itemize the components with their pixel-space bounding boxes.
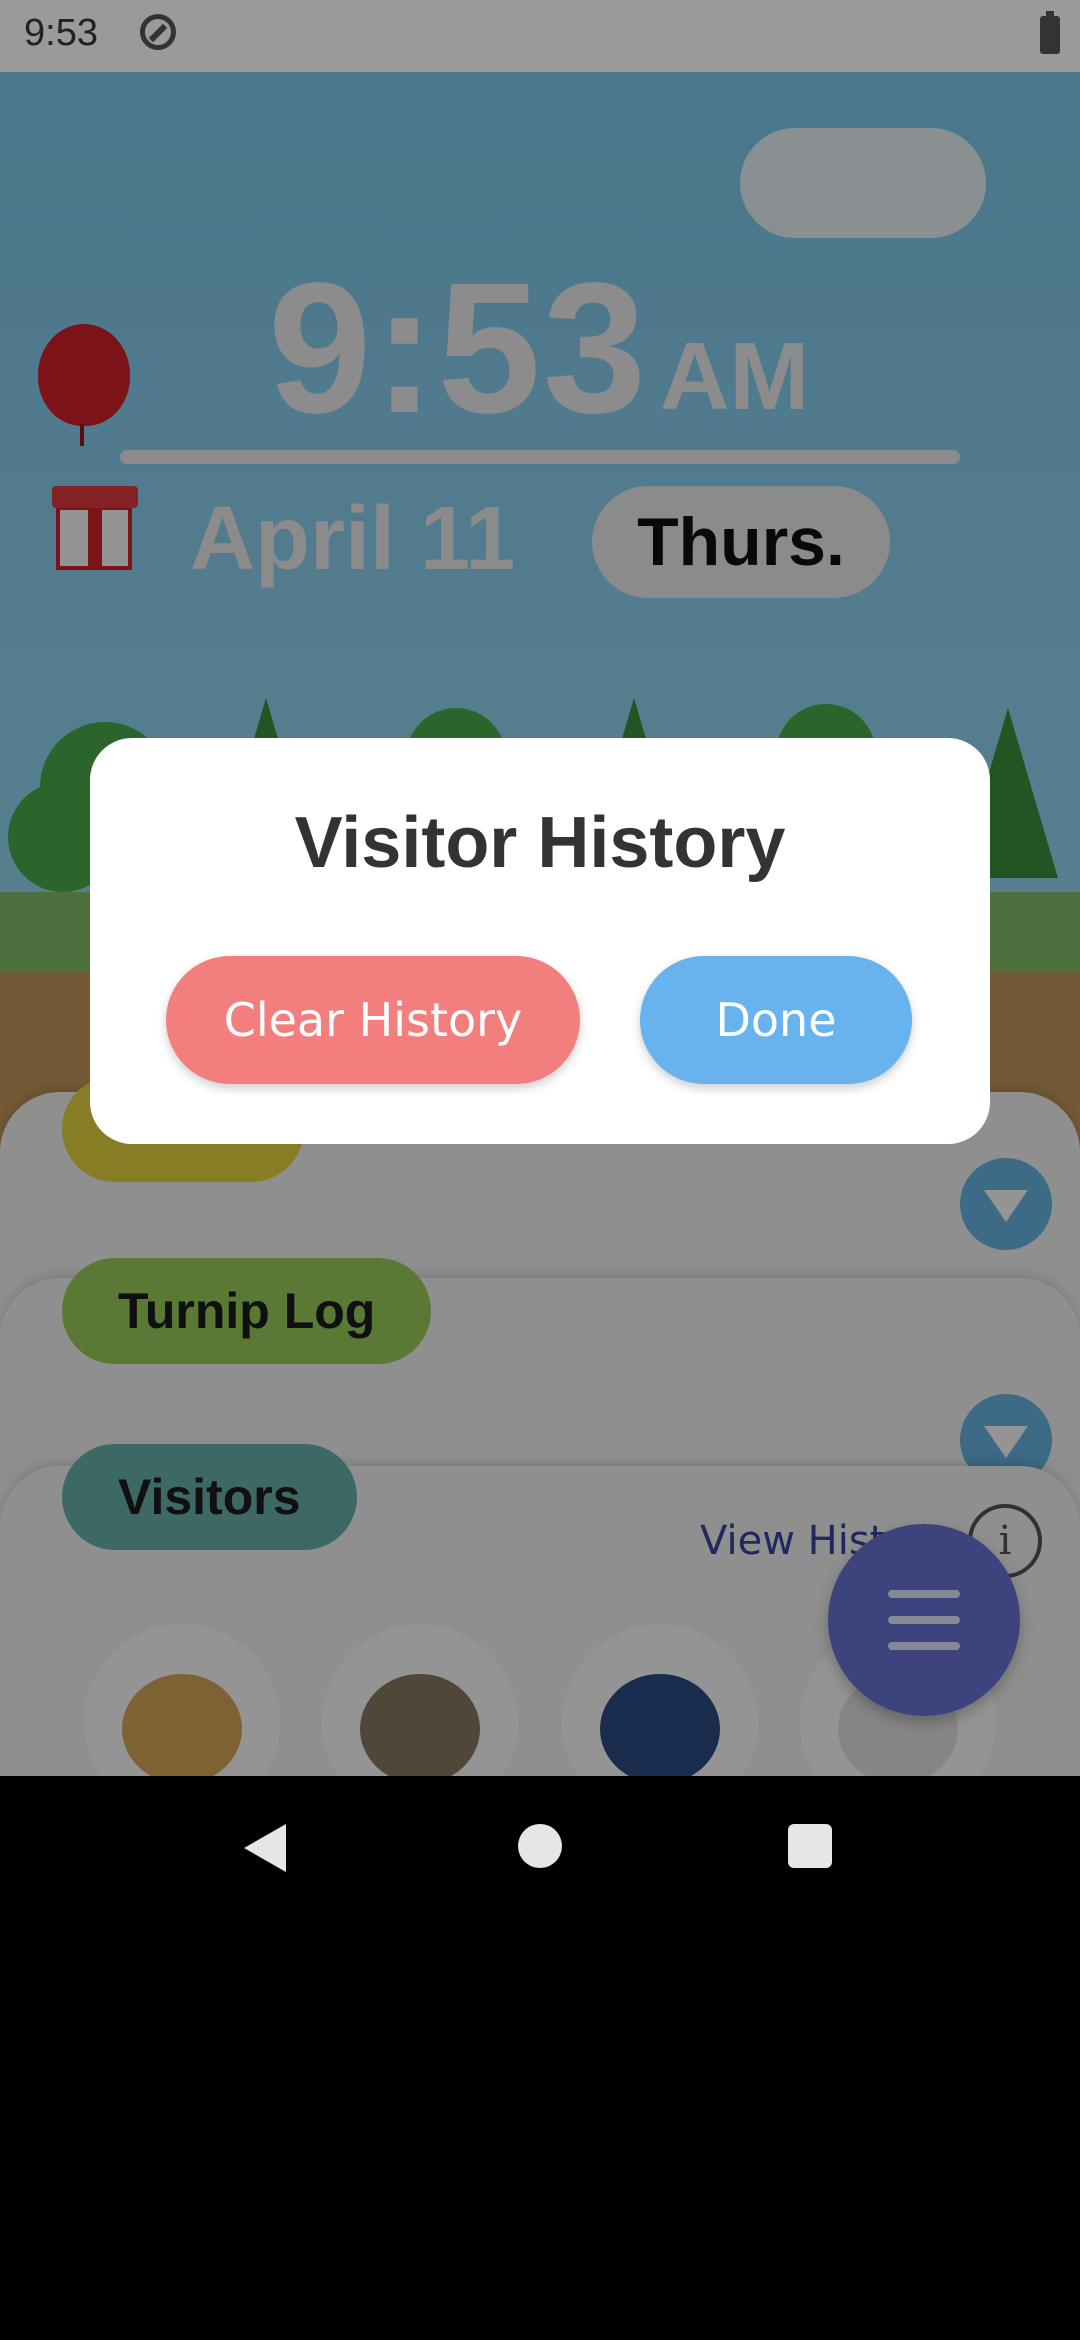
status-time: 9:53 bbox=[24, 12, 98, 54]
home-icon[interactable] bbox=[518, 1824, 562, 1868]
battery-charging-icon bbox=[1040, 11, 1060, 54]
navigation-bar bbox=[0, 1776, 1080, 1920]
visitor-history-dialog: Visitor History Clear History Done bbox=[90, 738, 990, 1144]
clear-history-button[interactable]: Clear History bbox=[166, 956, 580, 1084]
dialog-title: Visitor History bbox=[294, 803, 786, 883]
back-icon[interactable] bbox=[244, 1824, 286, 1872]
status-bar: 9:53 bbox=[0, 0, 1080, 72]
done-button[interactable]: Done bbox=[640, 956, 912, 1084]
recents-icon[interactable] bbox=[788, 1824, 832, 1868]
do-not-disturb-icon bbox=[140, 14, 176, 50]
